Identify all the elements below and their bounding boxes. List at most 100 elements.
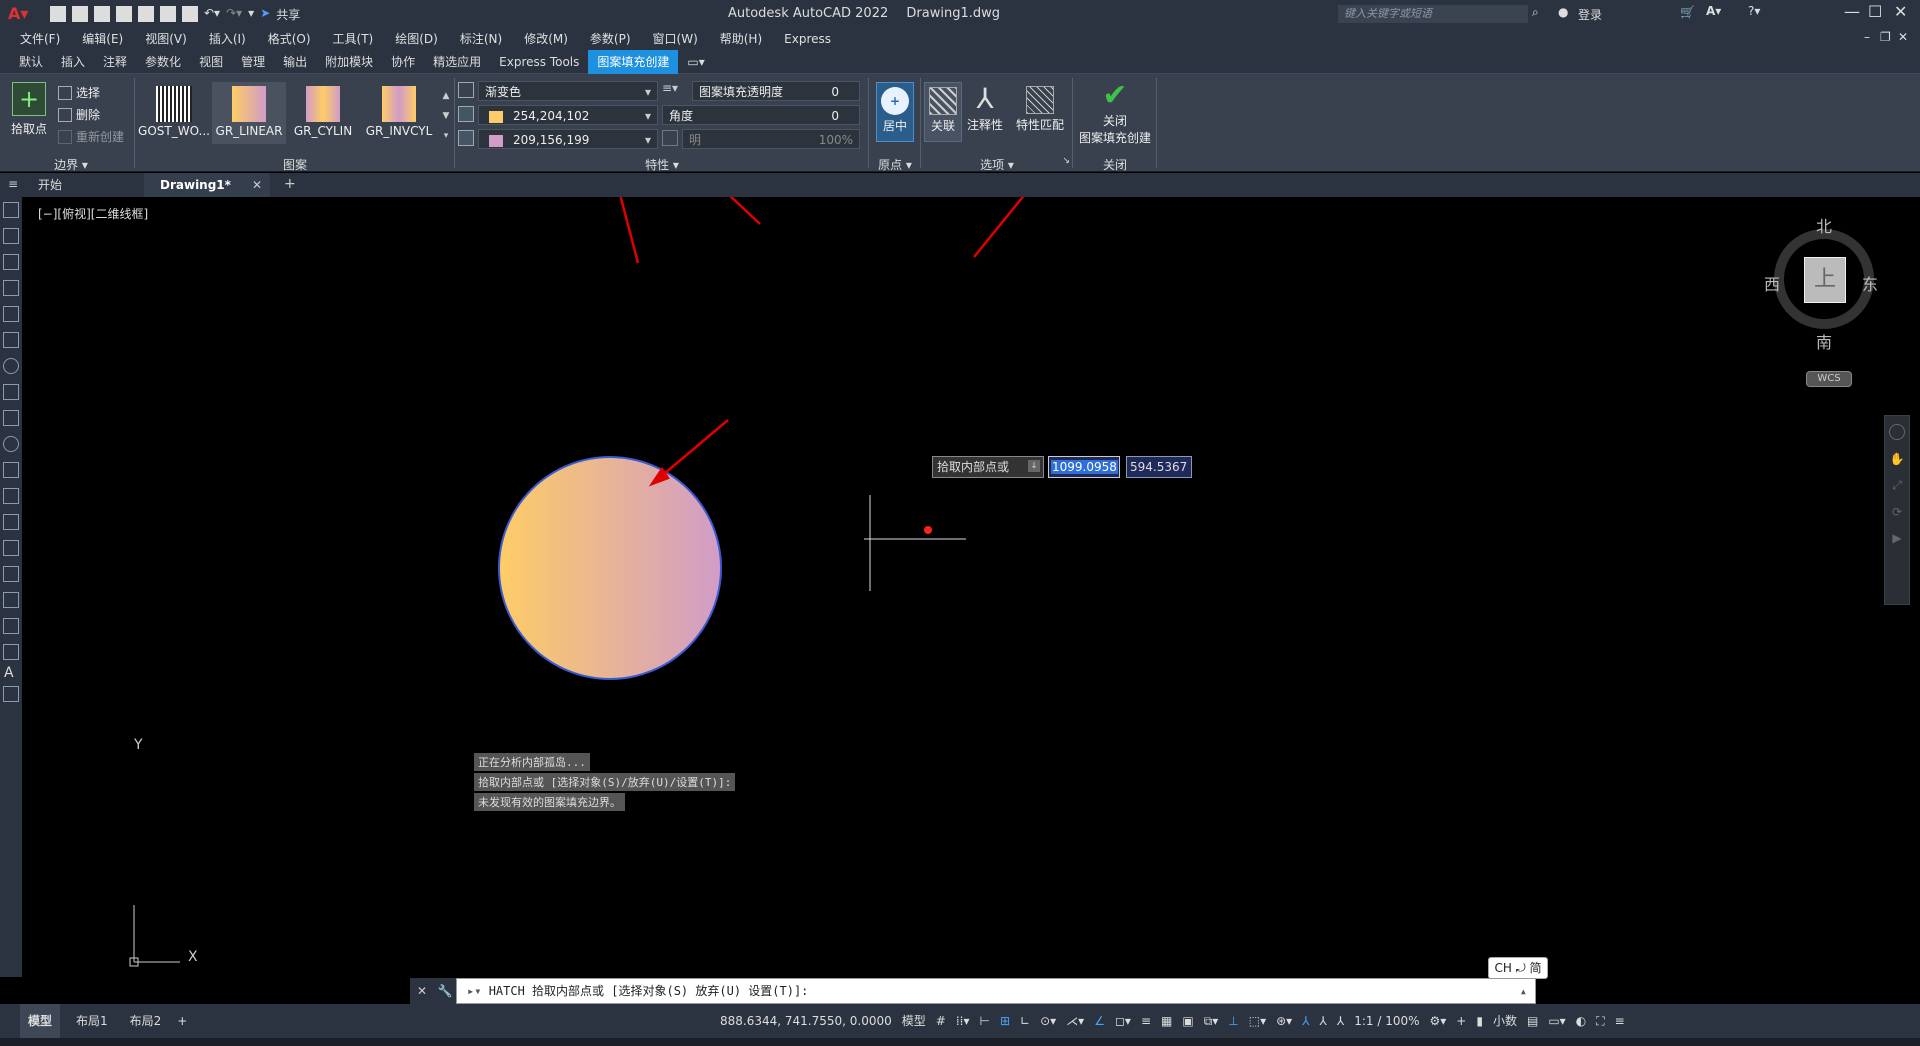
menu-window[interactable]: 窗口(W) [653, 28, 698, 50]
associative-button[interactable]: 关联 [924, 82, 962, 142]
tab-parametric[interactable]: 参数化 [136, 50, 190, 74]
tab-manage[interactable]: 管理 [232, 50, 274, 74]
polygon-icon[interactable] [3, 280, 19, 296]
wcs-menu[interactable]: WCS [1806, 371, 1852, 387]
insert-block-icon[interactable] [3, 488, 19, 504]
hatch-type-dropdown[interactable]: 渐变色 ▾ [478, 81, 658, 101]
circle-icon[interactable] [3, 358, 19, 374]
revision-cloud-icon[interactable] [3, 384, 19, 400]
origin-panel-title[interactable]: 原点 ▾ [870, 156, 920, 173]
gradient-color2-dropdown[interactable]: 209,156,199 ▾ [478, 129, 658, 149]
redo-icon[interactable]: ↷▾ [226, 6, 242, 23]
menu-dimension[interactable]: 标注(N) [460, 28, 502, 50]
pan-icon[interactable]: ✋ [1890, 452, 1905, 466]
login-button[interactable]: 登录 [1578, 6, 1602, 23]
tab-layout2[interactable]: 布局2 [124, 1004, 168, 1038]
tab-collaborate[interactable]: 协作 [382, 50, 424, 74]
isodraft-icon[interactable]: ⋌▾ [1066, 1004, 1084, 1038]
isolate-objects-icon[interactable]: ◐ [1576, 1004, 1586, 1038]
add-layout-icon[interactable]: + [177, 1004, 187, 1038]
model-space-button[interactable]: 模型 [902, 1004, 926, 1038]
table-icon[interactable] [3, 644, 19, 660]
close-command-line-icon[interactable]: ✕ [410, 978, 434, 1004]
angle-slider[interactable]: 角度 0 [662, 105, 860, 125]
dynamic-input-icon[interactable]: ⊞ [1000, 1004, 1010, 1038]
viewcube-south[interactable]: 南 [1816, 329, 1832, 353]
pick-point-icon[interactable]: + [12, 82, 46, 116]
maximize-icon[interactable]: ☐ [1868, 2, 1882, 21]
object-snap-icon[interactable]: ◻▾ [1115, 1004, 1131, 1038]
y-coordinate-input[interactable]: 594.5367 [1126, 456, 1192, 478]
lineweight-icon[interactable]: ≡ [1141, 1004, 1151, 1038]
ellipse-arc-icon[interactable] [3, 462, 19, 478]
tab-annotate[interactable]: 注释 [94, 50, 136, 74]
menu-modify[interactable]: 修改(M) [524, 28, 568, 50]
search-input[interactable]: 键入关键字或短语 [1338, 5, 1528, 23]
ime-indicator[interactable]: CH ⤾ 简 [1488, 957, 1548, 979]
annotation-scale-dropdown[interactable]: 1:1 / 100% [1354, 1004, 1419, 1038]
dynamic-ucs-icon[interactable]: ⊥ [1228, 1004, 1238, 1038]
zoom-extents-icon[interactable]: ⤢ [1892, 478, 1902, 493]
customize-command-icon[interactable]: 🔧 [434, 978, 456, 1004]
match-properties-button[interactable]: 特性匹配 [1010, 82, 1070, 142]
add-selected-icon[interactable] [3, 686, 19, 702]
remove-button[interactable]: 删除 [58, 106, 100, 123]
tab-output[interactable]: 输出 [274, 50, 316, 74]
pattern-gost-wood[interactable]: GOST_WO... [136, 82, 212, 144]
gradient-filled-circle[interactable] [498, 456, 722, 680]
tab-hatch-creation[interactable]: 图案填充创建 [588, 50, 679, 74]
customization-icon[interactable]: ≡ [1615, 1004, 1625, 1038]
tab-addins[interactable]: 附加模块 [316, 50, 382, 74]
workspace-gear-icon[interactable]: ⚙▾ [1430, 1004, 1447, 1038]
save-icon[interactable] [94, 6, 110, 22]
options-panel-title[interactable]: 选项 ▾ ↘ [922, 156, 1072, 173]
menu-file[interactable]: 文件(F) [20, 28, 60, 50]
transparency-icon[interactable]: ≡▾ [662, 81, 678, 95]
annotation-monitor-icon[interactable]: + [1456, 1004, 1466, 1038]
menu-icon[interactable]: ≡ [8, 177, 18, 191]
annotation-scale-icon[interactable]: ⅄ [1337, 1004, 1344, 1038]
doc-minimize-icon[interactable]: – [1864, 30, 1870, 44]
autodesk-a360-icon[interactable]: A▾ [1706, 4, 1721, 18]
menu-edit[interactable]: 编辑(E) [82, 28, 123, 50]
search-icon[interactable]: ⌕ [1532, 5, 1539, 20]
make-block-icon[interactable] [3, 514, 19, 530]
command-line-input[interactable]: ▸▾ HATCH 拾取内部点或 [选择对象(S) 放弃(U) 设置(T)]: ▴ [456, 978, 1536, 1004]
set-origin-center-button[interactable]: + 居中 [876, 82, 914, 142]
transparency-slider[interactable]: 图案填充透明度 0 [692, 81, 860, 101]
annotative-button[interactable]: ⅄ 注释性 [964, 82, 1006, 142]
spline-icon[interactable] [3, 410, 19, 426]
menu-format[interactable]: 格式(O) [268, 28, 311, 50]
object-snap-tracking-icon[interactable]: ∠ [1094, 1004, 1105, 1038]
command-history-toggle-icon[interactable]: ▴ [1520, 979, 1527, 1003]
save-web-icon[interactable] [160, 6, 176, 22]
gradient-color1-dropdown[interactable]: 254,204,102 ▾ [478, 105, 658, 125]
user-icon[interactable]: ● [1558, 5, 1568, 19]
auto-scale-icon[interactable]: ⅄ [1320, 1004, 1327, 1038]
drawing-canvas[interactable]: [−][俯视][二维线框] Y X 拾取内部点或 ↓ 1099.0958 594… [22, 197, 1912, 979]
tab-express-tools[interactable]: Express Tools [490, 50, 588, 74]
units-dropdown[interactable]: 小数 [1493, 1004, 1517, 1038]
tab-view[interactable]: 视图 [190, 50, 232, 74]
brightness-slider[interactable]: 明 100% [682, 129, 860, 149]
quick-properties-icon[interactable]: ▤ [1527, 1004, 1538, 1038]
pattern-gr-linear[interactable]: GR_LINEAR [212, 82, 286, 144]
menu-help[interactable]: 帮助(H) [720, 28, 762, 50]
pattern-gr-cylin[interactable]: GR_CYLIN [286, 82, 360, 144]
cart-icon[interactable]: 🛒 [1680, 5, 1695, 19]
viewcube-top-face[interactable]: 上 [1804, 257, 1846, 303]
new-file-icon[interactable] [50, 6, 66, 22]
units-icon[interactable]: ▮ [1476, 1004, 1483, 1038]
viewcube-north[interactable]: 北 [1816, 213, 1832, 237]
cursor-coordinates[interactable]: 888.6344, 741.7550, 0.0000 [720, 1004, 892, 1038]
snap-icon[interactable]: ⁞⁞▾ [956, 1004, 970, 1038]
menu-express[interactable]: Express [784, 28, 831, 50]
boundary-panel-title[interactable]: 边界 ▾ [8, 156, 134, 173]
help-icon[interactable]: ?▾ [1748, 4, 1760, 18]
rectangle-icon[interactable] [3, 306, 19, 322]
region-icon[interactable] [3, 618, 19, 634]
lock-ui-icon[interactable]: ▭▾ [1548, 1004, 1565, 1038]
arc-icon[interactable] [3, 332, 19, 348]
orbit-icon[interactable]: ⟳ [1892, 505, 1902, 519]
transparency-toggle-icon[interactable]: ▦ [1161, 1004, 1172, 1038]
